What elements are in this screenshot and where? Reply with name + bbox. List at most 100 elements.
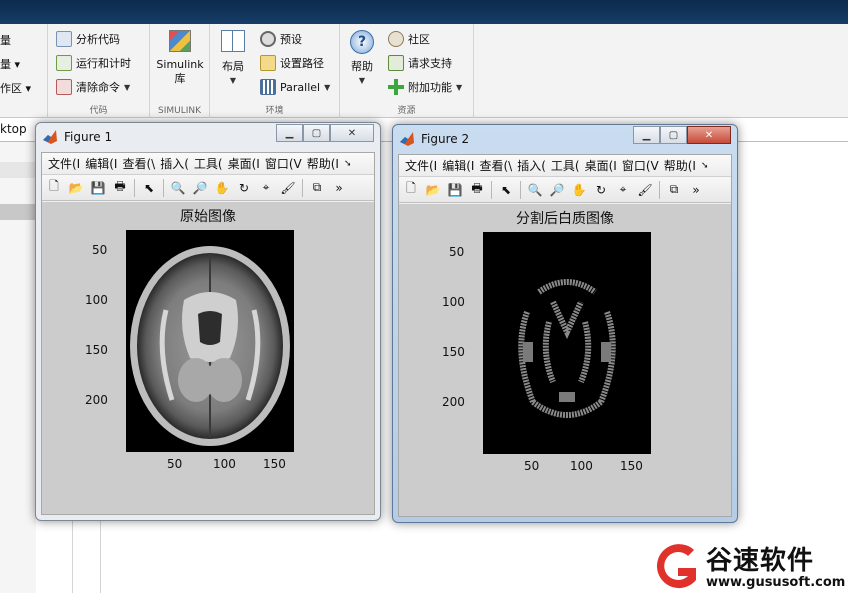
parallel-button[interactable]: Parallel ▼	[260, 79, 330, 95]
menu-desktop[interactable]: 桌面(I	[585, 157, 617, 174]
toolbar-separator	[659, 180, 660, 199]
request-support-button[interactable]: 请求支持	[388, 55, 452, 71]
data-cursor-icon[interactable]: ⌖	[256, 178, 276, 198]
save-icon[interactable]: 💾	[88, 178, 108, 198]
simulink-library-button[interactable]: Simulink 库	[150, 30, 210, 86]
menu-view[interactable]: 查看(\	[122, 155, 155, 172]
clear-commands-button[interactable]: 清除命令 ▼	[56, 79, 130, 95]
resources-section-caption: 资源	[397, 106, 416, 116]
print-icon[interactable]: 🖶	[467, 180, 487, 200]
data-cursor-icon[interactable]: ⌖	[613, 180, 633, 200]
chevron-down-icon[interactable]: ▼	[344, 74, 380, 88]
ribbon-item-workspace[interactable]: 作区 ▾	[0, 80, 31, 96]
run-and-time-label: 运行和计时	[76, 57, 131, 70]
minimize-button[interactable]: ▁	[633, 126, 660, 144]
layout-button[interactable]: 布局 ▼	[216, 30, 250, 88]
pointer-icon[interactable]: ⬉	[496, 180, 516, 200]
toolbar-overflow-icon[interactable]: »	[329, 178, 349, 198]
ribbon-toolstrip: 量 量 ▾ 作区 ▾ 分析代码 运行和计时 清除命令 ▼ 代码 Simulink…	[0, 24, 848, 118]
chevron-down-icon[interactable]: ▼	[216, 74, 250, 88]
ribbon-item-1[interactable]: 量	[0, 32, 11, 48]
menu-insert[interactable]: 插入(	[517, 157, 546, 174]
plus-icon	[388, 79, 404, 95]
menu-file[interactable]: 文件(I	[405, 157, 437, 174]
parallel-icon	[260, 79, 276, 95]
link-plot-icon[interactable]: ⧉	[664, 180, 684, 200]
folder-row[interactable]	[0, 162, 36, 178]
menu-file[interactable]: 文件(I	[48, 155, 80, 172]
open-folder-icon[interactable]: 📂	[66, 178, 86, 198]
chevron-down-icon[interactable]: ▼	[456, 83, 462, 92]
menu-edit[interactable]: 编辑(I	[442, 157, 474, 174]
print-icon[interactable]: 🖶	[110, 178, 130, 198]
zoom-out-icon[interactable]: 🔎	[190, 178, 210, 198]
add-ons-button[interactable]: 附加功能 ▼	[388, 79, 462, 95]
ribbon-item-2[interactable]: 量 ▾	[0, 56, 20, 72]
stopwatch-icon	[56, 55, 72, 71]
simulink-section-caption: SIMULINK	[157, 106, 202, 116]
menu-view[interactable]: 查看(\	[479, 157, 512, 174]
close-button[interactable]: ✕	[330, 124, 374, 142]
menu-tools[interactable]: 工具(	[194, 155, 223, 172]
code-section-caption: 代码	[89, 106, 108, 116]
ribbon-section-resources: ? 帮助 ▼ 社区 请求支持 附加功能 ▼ 资源	[340, 24, 474, 118]
menu-help[interactable]: 帮助(I	[307, 155, 339, 172]
menu-window[interactable]: 窗口(V	[622, 157, 659, 174]
request-support-label: 请求支持	[408, 57, 452, 70]
pan-hand-icon[interactable]: ✋	[569, 180, 589, 200]
close-button[interactable]: ✕	[687, 126, 731, 144]
menu-tools[interactable]: 工具(	[551, 157, 580, 174]
zoom-in-icon[interactable]: 🔍	[168, 178, 188, 198]
menu-overflow-icon[interactable]: ➘	[701, 161, 709, 171]
figure-2-window[interactable]: Figure 2 ▁ ▢ ✕ 文件(I 编辑(I 查看(\ 插入( 工具( 桌面…	[392, 124, 738, 523]
menu-window[interactable]: 窗口(V	[265, 155, 302, 172]
matlab-logo-icon	[43, 130, 57, 144]
original-image-axes[interactable]	[126, 230, 294, 452]
pan-hand-icon[interactable]: ✋	[212, 178, 232, 198]
rotate-3d-icon[interactable]: ↻	[591, 180, 611, 200]
layout-icon	[221, 30, 245, 52]
link-plot-icon[interactable]: ⧉	[307, 178, 327, 198]
parallel-label: Parallel	[280, 80, 321, 94]
maximize-button[interactable]: ▢	[303, 124, 330, 142]
figure-2-plot-title: 分割后白质图像	[516, 211, 614, 227]
community-button[interactable]: 社区	[388, 31, 430, 47]
chevron-down-icon[interactable]: ▼	[324, 83, 330, 92]
chevron-down-icon[interactable]: ▼	[124, 83, 130, 92]
zoom-in-icon[interactable]: 🔍	[525, 180, 545, 200]
zoom-out-icon[interactable]: 🔎	[547, 180, 567, 200]
toolbar-overflow-icon[interactable]: »	[686, 180, 706, 200]
community-label: 社区	[408, 33, 430, 46]
open-folder-icon[interactable]: 📂	[423, 180, 443, 200]
figure-1-window[interactable]: Figure 1 ▁ ▢ ✕ 文件(I 编辑(I 查看(\ 插入( 工具( 桌面…	[35, 122, 381, 521]
minimize-button[interactable]: ▁	[276, 124, 303, 142]
new-figure-icon[interactable]: 🗋	[401, 180, 421, 200]
rotate-3d-icon[interactable]: ↻	[234, 178, 254, 198]
y-tick-label: 100	[442, 295, 465, 309]
set-path-button[interactable]: 设置路径	[260, 55, 324, 71]
title-bar	[0, 0, 848, 24]
menu-insert[interactable]: 插入(	[160, 155, 189, 172]
pointer-icon[interactable]: ⬉	[139, 178, 159, 198]
brush-icon[interactable]: 🖌	[278, 178, 298, 198]
preferences-button[interactable]: 预设	[260, 31, 302, 47]
y-tick-label: 150	[85, 343, 108, 357]
menu-overflow-icon[interactable]: ➘	[344, 159, 352, 169]
menu-edit[interactable]: 编辑(I	[85, 155, 117, 172]
analyze-code-button[interactable]: 分析代码	[56, 31, 120, 47]
maximize-button[interactable]: ▢	[660, 126, 687, 144]
help-button[interactable]: ? 帮助 ▼	[344, 30, 380, 88]
set-path-label: 设置路径	[280, 57, 324, 70]
folder-row-selected[interactable]	[0, 204, 36, 220]
menu-desktop[interactable]: 桌面(I	[228, 155, 260, 172]
menu-help[interactable]: 帮助(I	[664, 157, 696, 174]
figure-2-title: Figure 2	[421, 132, 470, 146]
new-figure-icon[interactable]: 🗋	[44, 178, 64, 198]
layout-label: 布局	[222, 60, 244, 73]
segmented-image-axes[interactable]	[483, 232, 651, 454]
save-icon[interactable]: 💾	[445, 180, 465, 200]
toolbar-separator	[520, 180, 521, 199]
brush-icon[interactable]: 🖌	[635, 180, 655, 200]
eraser-icon	[56, 79, 72, 95]
run-and-time-button[interactable]: 运行和计时	[56, 55, 131, 71]
